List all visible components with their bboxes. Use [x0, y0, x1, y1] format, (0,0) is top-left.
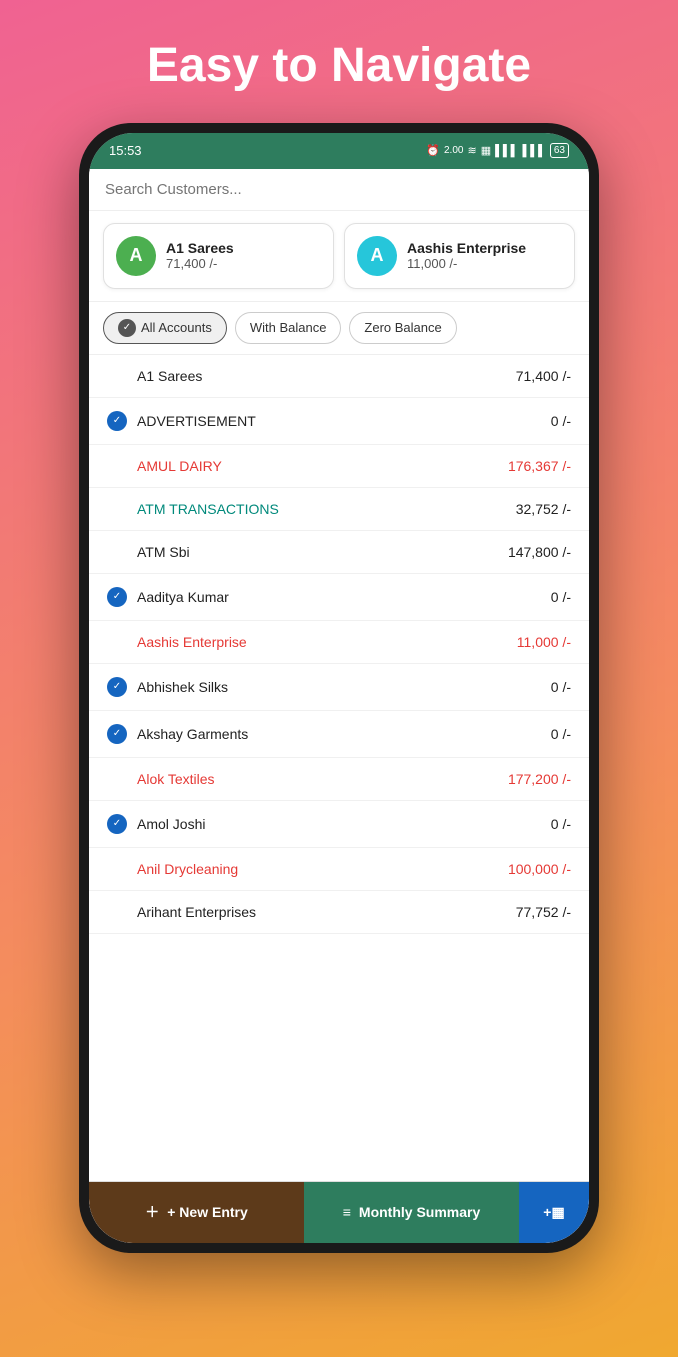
list-item[interactable]: Alok Textiles 177,200 /-: [89, 758, 589, 801]
card-amount-1: 11,000 /-: [407, 256, 526, 271]
monthly-summary-icon: ≡: [343, 1204, 351, 1220]
account-name: Aashis Enterprise: [137, 634, 247, 650]
pinned-cards-row: A A1 Sarees 71,400 /- A Aashis Enterpris…: [89, 211, 589, 302]
new-entry-button[interactable]: ＋ + New Entry: [89, 1182, 304, 1243]
bottom-nav: ＋ + New Entry ≡ Monthly Summary +▦: [89, 1181, 589, 1243]
account-name: Alok Textiles: [137, 771, 215, 787]
account-name: Arihant Enterprises: [137, 904, 256, 920]
extra-button[interactable]: +▦: [519, 1182, 589, 1243]
list-item[interactable]: ✓ ADVERTISEMENT 0 /-: [89, 398, 589, 445]
account-amount: 0 /-: [551, 726, 571, 742]
card-amount-0: 71,400 /-: [166, 256, 234, 271]
monthly-summary-button[interactable]: ≡ Monthly Summary: [304, 1182, 519, 1243]
account-amount: 0 /-: [551, 679, 571, 695]
account-name: A1 Sarees: [137, 368, 202, 384]
list-item[interactable]: ATM TRANSACTIONS 32,752 /-: [89, 488, 589, 531]
avatar-0: A: [116, 236, 156, 276]
account-name: Aaditya Kumar: [137, 589, 229, 605]
blue-check-icon: ✓: [107, 411, 127, 431]
list-item[interactable]: ✓ Abhishek Silks 0 /-: [89, 664, 589, 711]
status-icons: ⏰ 2.00 ≋ ▦ ▌▌▌ ▌▌▌ 63: [426, 143, 569, 158]
account-name: Abhishek Silks: [137, 679, 228, 695]
filter-all-accounts[interactable]: ✓ All Accounts: [103, 312, 227, 344]
account-amount: 176,367 /-: [508, 458, 571, 474]
account-amount: 71,400 /-: [516, 368, 571, 384]
filter-zero-label: Zero Balance: [364, 320, 441, 335]
blue-check-icon: ✓: [107, 814, 127, 834]
filter-tabs: ✓ All Accounts With Balance Zero Balance: [89, 302, 589, 355]
card-name-1: Aashis Enterprise: [407, 240, 526, 256]
account-amount: 0 /-: [551, 589, 571, 605]
account-amount: 77,752 /-: [516, 904, 571, 920]
list-item[interactable]: A1 Sarees 71,400 /-: [89, 355, 589, 398]
phone-screen: 15:53 ⏰ 2.00 ≋ ▦ ▌▌▌ ▌▌▌ 63 A A1 Sarees: [89, 133, 589, 1243]
account-name: AMUL DAIRY: [137, 458, 222, 474]
list-item[interactable]: ✓ Amol Joshi 0 /-: [89, 801, 589, 848]
account-list: A1 Sarees 71,400 /- ✓ ADVERTISEMENT 0 /- AMUL…: [89, 355, 589, 1181]
pinned-card-0[interactable]: A A1 Sarees 71,400 /-: [103, 223, 334, 289]
account-name: ATM Sbi: [137, 544, 190, 560]
account-amount: 177,200 /-: [508, 771, 571, 787]
filter-with-balance[interactable]: With Balance: [235, 312, 342, 344]
new-entry-icon: ＋: [145, 1202, 159, 1222]
monthly-summary-label: Monthly Summary: [359, 1204, 480, 1220]
account-amount: 147,800 /-: [508, 544, 571, 560]
list-item[interactable]: Arihant Enterprises 77,752 /-: [89, 891, 589, 934]
search-bar: [89, 169, 589, 211]
list-item[interactable]: ATM Sbi 147,800 /-: [89, 531, 589, 574]
blue-check-icon: ✓: [107, 724, 127, 744]
search-input[interactable]: [105, 181, 573, 198]
status-bar: 15:53 ⏰ 2.00 ≋ ▦ ▌▌▌ ▌▌▌ 63: [89, 133, 589, 169]
account-amount: 0 /-: [551, 816, 571, 832]
hero-title: Easy to Navigate: [147, 40, 531, 93]
account-amount: 32,752 /-: [516, 501, 571, 517]
filter-zero-balance[interactable]: Zero Balance: [349, 312, 456, 344]
account-name: Amol Joshi: [137, 816, 205, 832]
pinned-card-1[interactable]: A Aashis Enterprise 11,000 /-: [344, 223, 575, 289]
extra-icon: +▦: [543, 1204, 564, 1221]
list-item[interactable]: Anil Drycleaning 100,000 /-: [89, 848, 589, 891]
account-name: Akshay Garments: [137, 726, 248, 742]
filter-balance-label: With Balance: [250, 320, 327, 335]
account-amount: 0 /-: [551, 413, 571, 429]
avatar-1: A: [357, 236, 397, 276]
account-amount: 100,000 /-: [508, 861, 571, 877]
account-name: ATM TRANSACTIONS: [137, 501, 279, 517]
list-item[interactable]: Aashis Enterprise 11,000 /-: [89, 621, 589, 664]
filter-all-label: All Accounts: [141, 320, 212, 335]
check-icon-all: ✓: [118, 319, 136, 337]
account-name: Anil Drycleaning: [137, 861, 238, 877]
new-entry-label: + New Entry: [167, 1204, 248, 1220]
account-name: ADVERTISEMENT: [137, 413, 256, 429]
status-time: 15:53: [109, 143, 142, 158]
list-item[interactable]: AMUL DAIRY 176,367 /-: [89, 445, 589, 488]
list-item[interactable]: ✓ Akshay Garments 0 /-: [89, 711, 589, 758]
list-item[interactable]: ✓ Aaditya Kumar 0 /-: [89, 574, 589, 621]
blue-check-icon: ✓: [107, 677, 127, 697]
phone-frame: 15:53 ⏰ 2.00 ≋ ▦ ▌▌▌ ▌▌▌ 63 A A1 Sarees: [79, 123, 599, 1253]
blue-check-icon: ✓: [107, 587, 127, 607]
account-amount: 11,000 /-: [517, 634, 571, 650]
card-name-0: A1 Sarees: [166, 240, 234, 256]
